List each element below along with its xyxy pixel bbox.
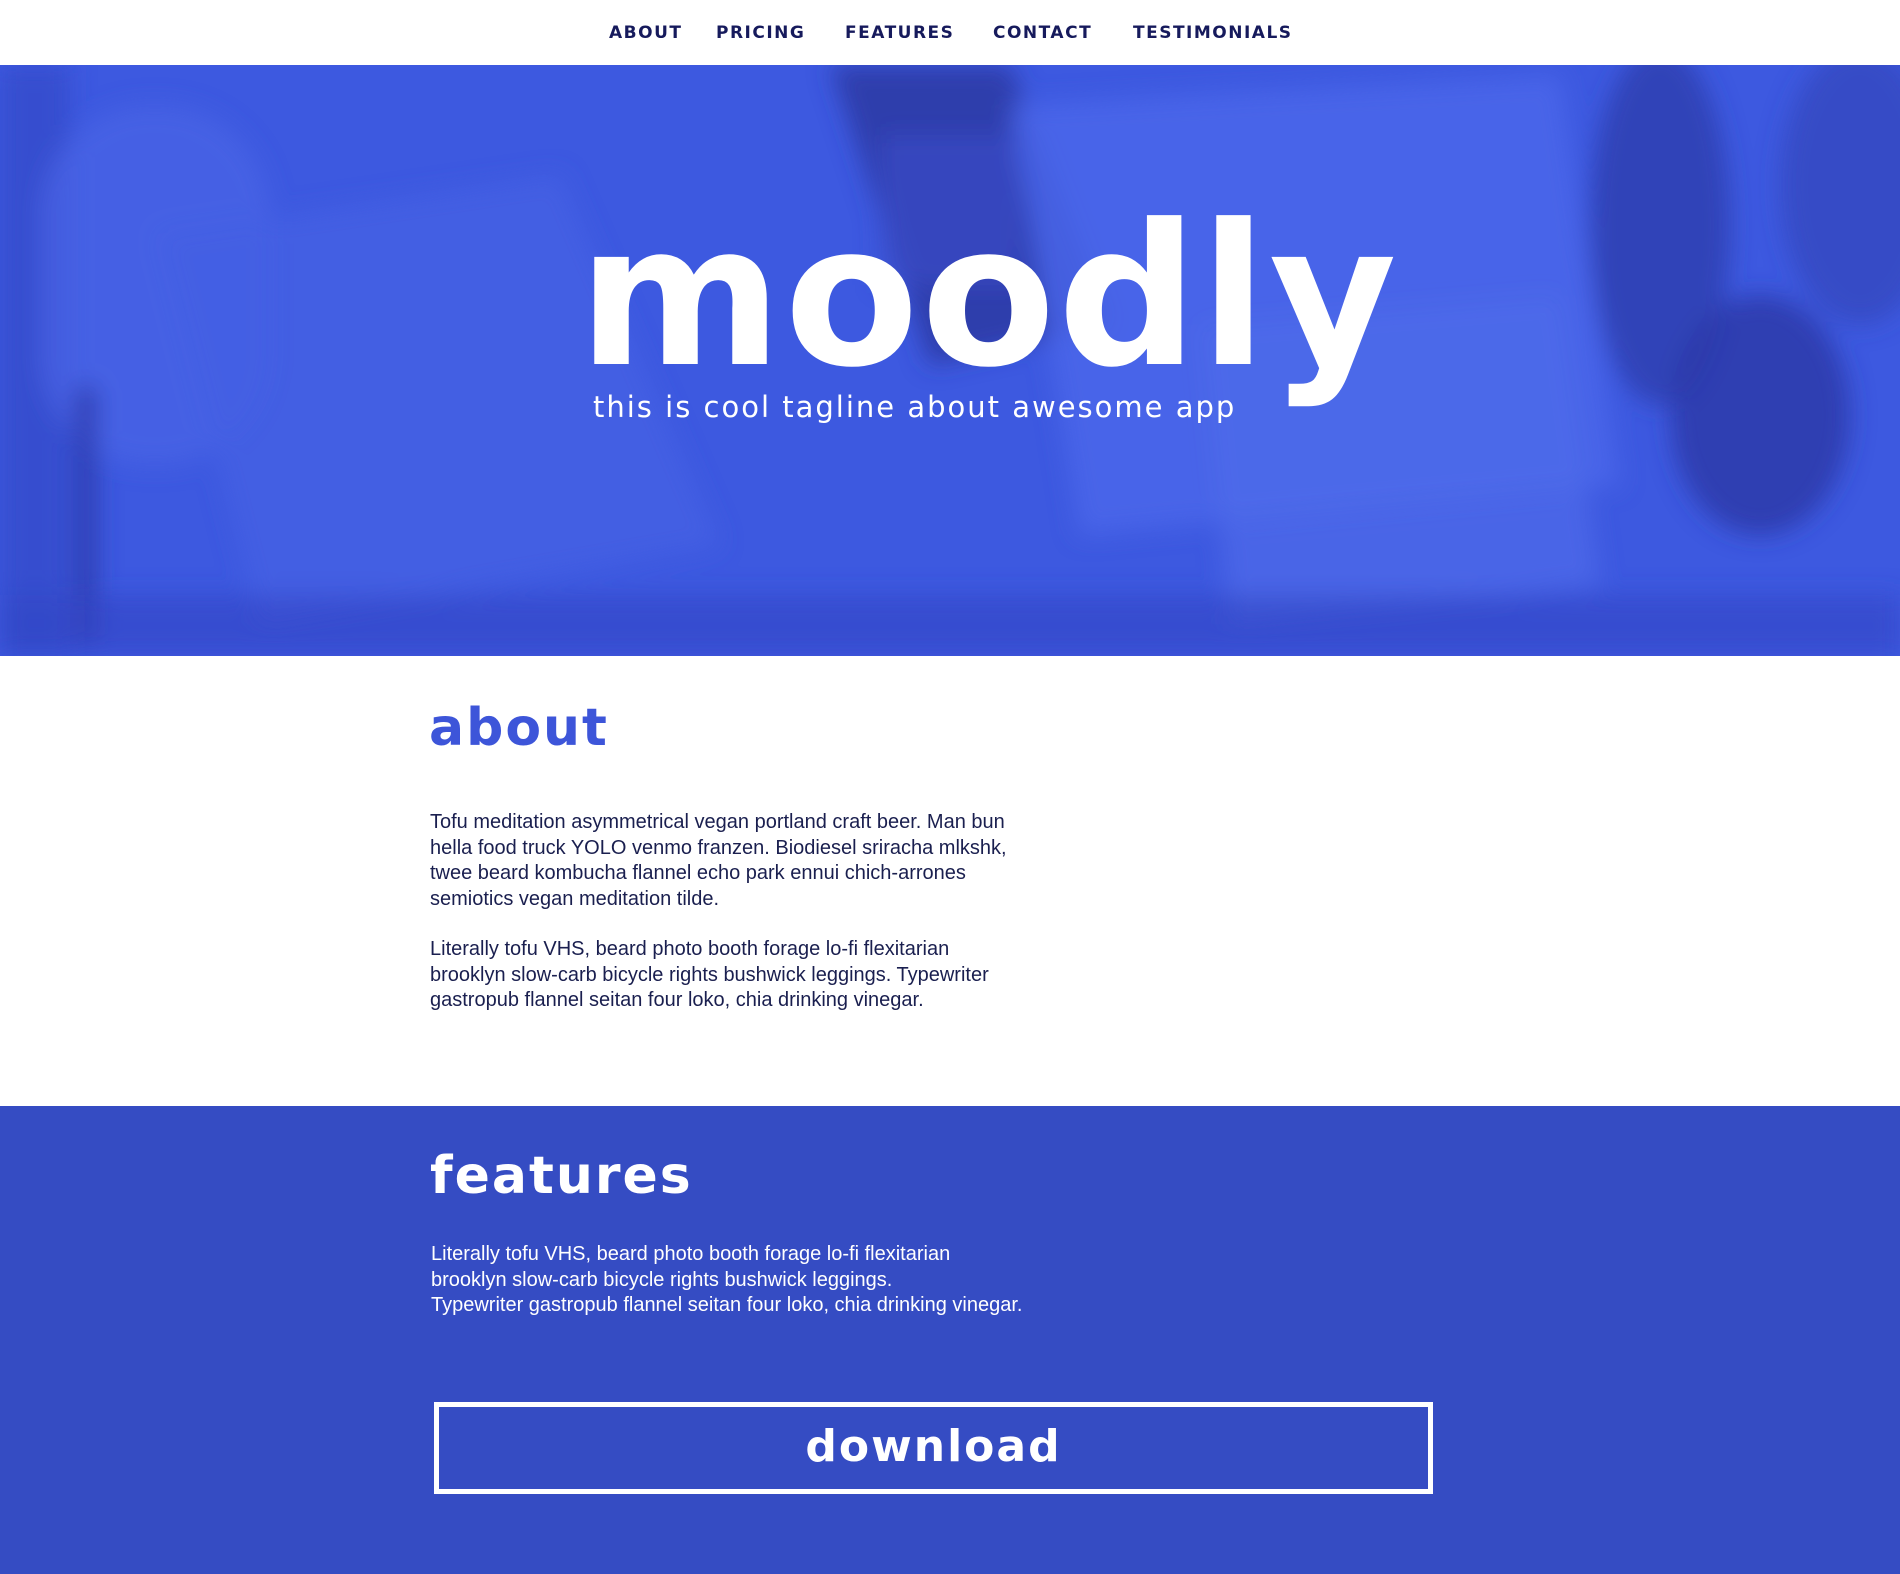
- nav-item-pricing[interactable]: PRICING: [716, 23, 805, 43]
- hero-section: moodly this is cool tagline about awesom…: [0, 65, 1900, 656]
- nav-item-testimonials[interactable]: TESTIMONIALS: [1133, 23, 1293, 43]
- hero-tagline: this is cool tagline about awesome app: [593, 390, 1237, 424]
- nav-item-about[interactable]: ABOUT: [609, 23, 682, 43]
- about-section: about Tofu meditation asymmetrical vegan…: [0, 656, 1900, 1106]
- features-heading: features: [430, 1146, 693, 1206]
- nav-item-contact[interactable]: CONTACT: [993, 23, 1092, 43]
- download-button[interactable]: download: [434, 1402, 1433, 1494]
- hero-title: moodly: [578, 183, 1399, 411]
- about-heading: about: [429, 698, 609, 758]
- about-paragraph: Tofu meditation asymmetrical vegan portl…: [430, 811, 1007, 910]
- nav-item-features[interactable]: FEATURES: [845, 23, 954, 43]
- about-paragraph: Literally tofu VHS, beard photo booth fo…: [430, 938, 989, 1011]
- top-nav: ABOUT PRICING FEATURES CONTACT TESTIMONI…: [0, 0, 1900, 65]
- features-paragraph: Literally tofu VHS, beard photo booth fo…: [431, 1243, 1023, 1316]
- features-section: features Literally tofu VHS, beard photo…: [0, 1106, 1900, 1574]
